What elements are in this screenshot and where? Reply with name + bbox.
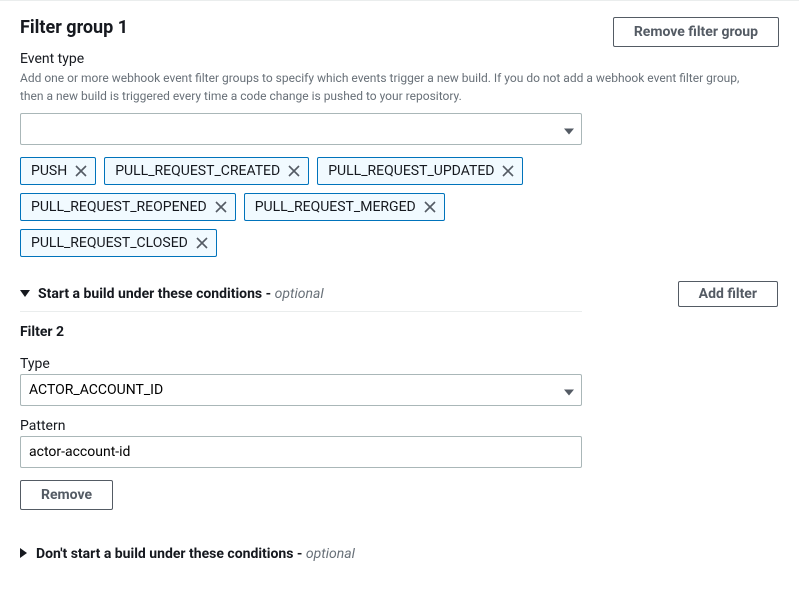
filter-type-select[interactable]: ACTOR_ACCOUNT_ID bbox=[20, 374, 582, 406]
tag-label: PULL_REQUEST_UPDATED bbox=[328, 163, 494, 179]
filter-group-container: Filter group 1 Remove filter group Event… bbox=[0, 0, 799, 582]
filter-pattern-label: Pattern bbox=[20, 418, 779, 434]
start-conditions-header: Start a build under these conditions - o… bbox=[20, 281, 778, 307]
filter-type-label: Type bbox=[20, 356, 779, 372]
remove-filter-group-button[interactable]: Remove filter group bbox=[613, 17, 779, 47]
filter-2-title: Filter 2 bbox=[20, 324, 779, 340]
tag-label: PULL_REQUEST_CREATED bbox=[115, 163, 280, 179]
dont-start-conditions-header: Don't start a build under these conditio… bbox=[20, 546, 582, 562]
optional-label: optional bbox=[306, 546, 355, 562]
optional-label: optional bbox=[275, 286, 324, 302]
close-icon[interactable] bbox=[75, 165, 87, 177]
filter-group-title: Filter group 1 bbox=[20, 17, 128, 38]
event-type-select[interactable] bbox=[20, 113, 582, 145]
close-icon[interactable] bbox=[502, 165, 514, 177]
dont-start-conditions-toggle[interactable]: Don't start a build under these conditio… bbox=[20, 546, 355, 562]
filter-pattern-field: Pattern bbox=[20, 418, 779, 468]
divider bbox=[20, 311, 582, 312]
event-type-tag: PULL_REQUEST_MERGED bbox=[244, 193, 445, 221]
filter-type-field: Type ACTOR_ACCOUNT_ID bbox=[20, 356, 779, 406]
event-type-tag: PULL_REQUEST_UPDATED bbox=[317, 157, 523, 185]
add-filter-button[interactable]: Add filter bbox=[678, 281, 778, 307]
tag-label: PULL_REQUEST_CLOSED bbox=[31, 235, 188, 251]
remove-filter-button[interactable]: Remove bbox=[20, 480, 113, 510]
start-conditions-toggle[interactable]: Start a build under these conditions - o… bbox=[20, 286, 324, 302]
close-icon[interactable] bbox=[196, 237, 208, 249]
close-icon[interactable] bbox=[215, 201, 227, 213]
close-icon[interactable] bbox=[288, 165, 300, 177]
event-type-tag: PULL_REQUEST_REOPENED bbox=[20, 193, 236, 221]
start-conditions-title: Start a build under these conditions bbox=[38, 286, 262, 302]
header-row: Filter group 1 Remove filter group bbox=[20, 17, 779, 47]
close-icon[interactable] bbox=[424, 201, 436, 213]
caret-down-icon bbox=[20, 286, 30, 302]
tag-label: PUSH bbox=[31, 163, 67, 179]
event-type-label: Event type bbox=[20, 51, 779, 67]
event-type-select-wrap bbox=[20, 113, 582, 145]
caret-right-icon bbox=[20, 546, 28, 562]
event-type-tag: PULL_REQUEST_CLOSED bbox=[20, 229, 217, 257]
dont-start-conditions-title: Don't start a build under these conditio… bbox=[36, 546, 293, 562]
filter-remove-row: Remove bbox=[20, 480, 779, 510]
filter-type-select-wrap: ACTOR_ACCOUNT_ID bbox=[20, 374, 582, 406]
event-type-tag: PUSH bbox=[20, 157, 96, 185]
filter-pattern-input[interactable] bbox=[20, 436, 582, 468]
event-type-tags: PUSH PULL_REQUEST_CREATED PULL_REQUEST_UPD… bbox=[20, 157, 582, 257]
tag-label: PULL_REQUEST_MERGED bbox=[255, 199, 416, 215]
tag-label: PULL_REQUEST_REOPENED bbox=[31, 199, 207, 215]
event-type-tag: PULL_REQUEST_CREATED bbox=[104, 157, 309, 185]
event-type-description: Add one or more webhook event filter gro… bbox=[20, 69, 760, 105]
event-type-field: Event type Add one or more webhook event… bbox=[20, 51, 779, 257]
